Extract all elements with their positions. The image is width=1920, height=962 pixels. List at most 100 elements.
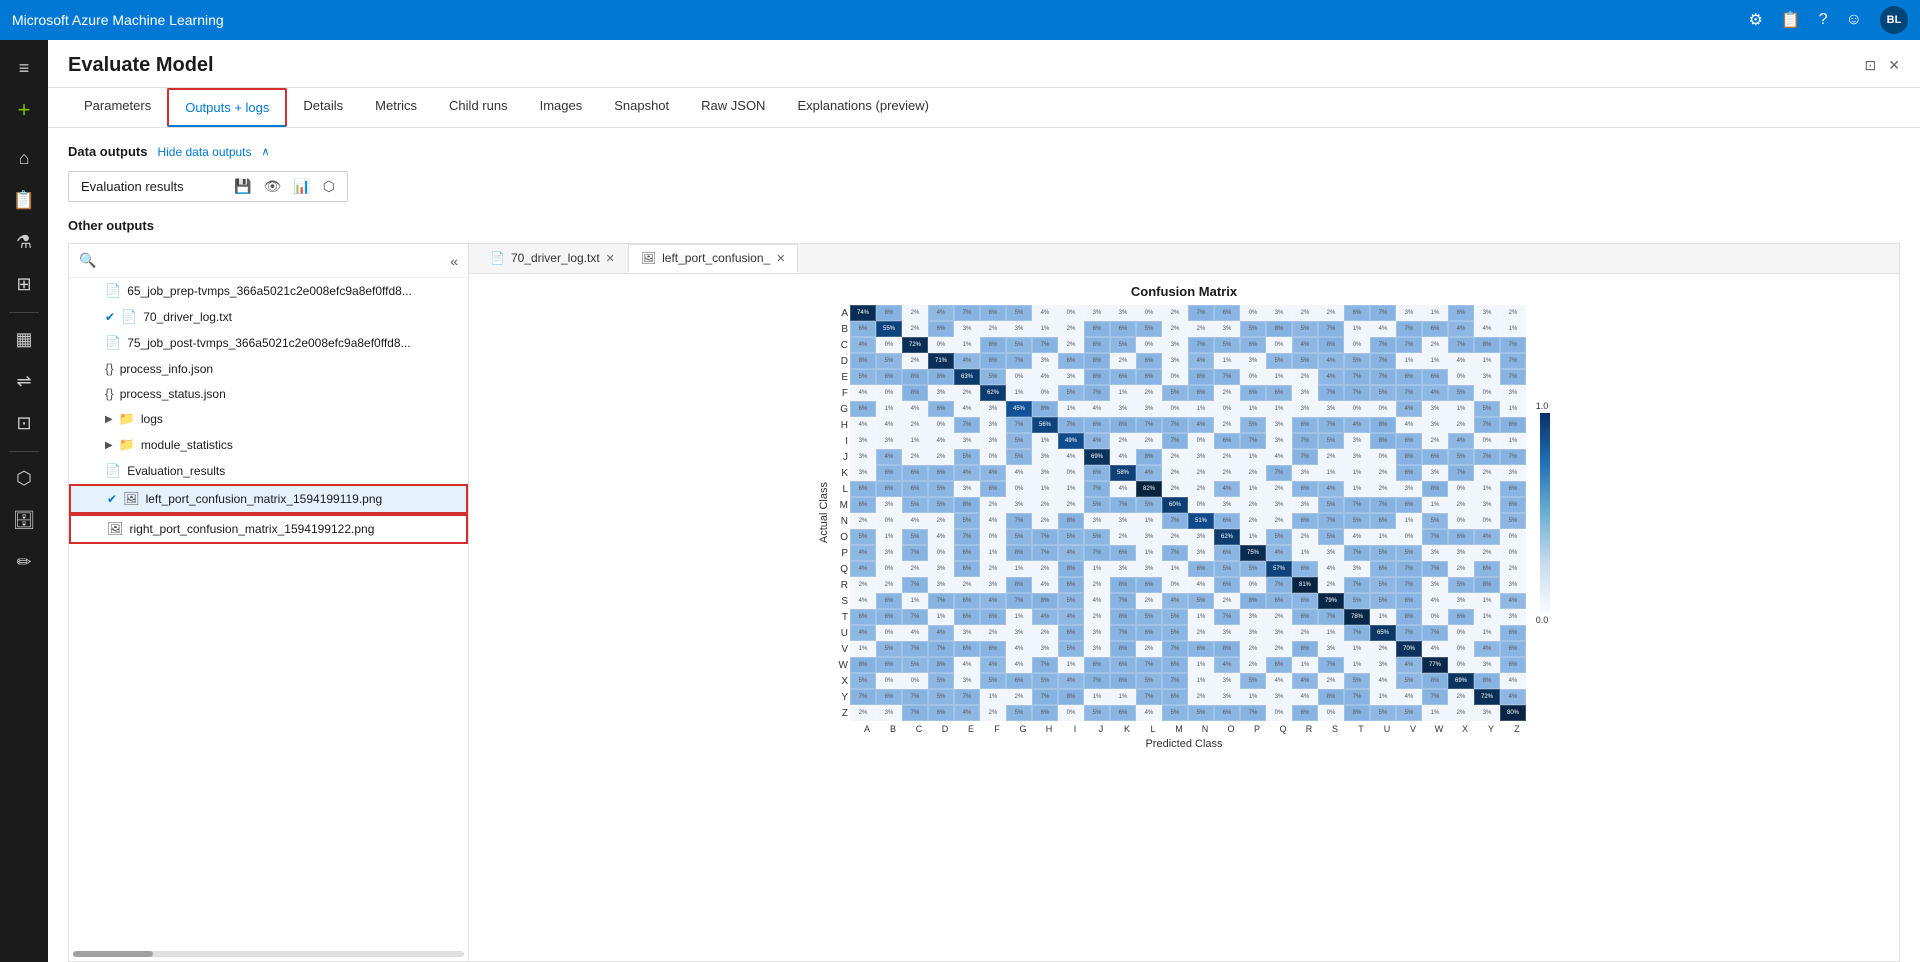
file-name: 75_job_post-tvmps_366a5021c2e008efc9a8ef… <box>127 336 410 350</box>
list-item-driver-log[interactable]: ✔ 📄 70_driver_log.txt <box>69 304 468 330</box>
cm-row: Z2%3%7%6%4%2%5%6%0%5%6%4%5%5%6%7%0%6%0%8… <box>834 705 1526 721</box>
tab-details[interactable]: Details <box>287 88 359 127</box>
sidebar-item-datasets[interactable]: ⬡ <box>4 458 44 498</box>
restore-icon[interactable]: ⊡ <box>1865 57 1877 74</box>
sidebar-item-menu[interactable]: ≡ <box>4 48 44 88</box>
tab-explanations[interactable]: Explanations (preview) <box>781 88 945 127</box>
tab-outputs-logs[interactable]: Outputs + logs <box>167 88 287 127</box>
sidebar-item-experiments[interactable]: ⚗ <box>4 222 44 262</box>
cm-x-label: T <box>1348 724 1374 734</box>
expand-arrow-icon[interactable]: ▶ <box>105 414 113 425</box>
cm-cell: 1% <box>1474 353 1500 369</box>
cm-cell: 3% <box>850 433 876 449</box>
cm-cell: 1% <box>1344 465 1370 481</box>
save-icon[interactable]: 💾 <box>234 178 251 195</box>
sidebar-item-home[interactable]: ⌂ <box>4 138 44 178</box>
sidebar-item-endpoints[interactable]: ⇌ <box>4 361 44 401</box>
collapse-icon[interactable]: « <box>450 253 458 269</box>
view-icon[interactable]: 👁 <box>264 178 282 195</box>
cm-cell: 2% <box>1084 577 1110 593</box>
list-item-eval-results[interactable]: 📄 Evaluation_results <box>69 458 468 484</box>
cm-cell: 3% <box>876 705 902 721</box>
tab-raw-json[interactable]: Raw JSON <box>685 88 781 127</box>
cm-cell: 5% <box>1162 609 1188 625</box>
cm-cell: 5% <box>1266 353 1292 369</box>
list-item-process-info[interactable]: {} process_info.json <box>69 356 468 381</box>
cm-cell: 6% <box>1084 465 1110 481</box>
cm-cell: 3% <box>1474 497 1500 513</box>
viewer-tab-driver-log[interactable]: 📄 70_driver_log.txt ✕ <box>477 244 628 273</box>
cm-cell: 5% <box>1344 353 1370 369</box>
cm-cell: 7% <box>902 609 928 625</box>
cm-cell: 3% <box>1344 449 1370 465</box>
list-item-logs[interactable]: ▶ 📁 logs <box>69 406 468 432</box>
file-tree-scrollbar[interactable] <box>73 951 464 957</box>
cm-cell: 8% <box>902 369 928 385</box>
tab-images[interactable]: Images <box>524 88 599 127</box>
list-item-module-statistics[interactable]: ▶ 📁 module_statistics <box>69 432 468 458</box>
close-icon[interactable]: ✕ <box>1888 57 1900 74</box>
cm-cell: 4% <box>1370 321 1396 337</box>
sidebar-item-notebooks[interactable]: 📋 <box>4 180 44 220</box>
tab-close-icon[interactable]: ✕ <box>606 252 615 265</box>
cm-cell: 7% <box>1500 449 1526 465</box>
cm-cell: 3% <box>1240 609 1266 625</box>
cm-cell: 6% <box>1292 417 1318 433</box>
cm-x-label: R <box>1296 724 1322 734</box>
cm-cell: 8% <box>1370 433 1396 449</box>
chevron-up-icon[interactable]: ∧ <box>262 145 270 158</box>
cm-cell: 7% <box>1448 337 1474 353</box>
cm-cell: 2% <box>1188 465 1214 481</box>
cm-cell: 4% <box>928 433 954 449</box>
feedback-icon[interactable]: 📋 <box>1781 10 1801 30</box>
user-icon[interactable]: ☺ <box>1846 11 1862 29</box>
viewer-tab-confusion[interactable]: 🖼 left_port_confusion_ ✕ <box>628 244 799 273</box>
cm-cell: 3% <box>1006 497 1032 513</box>
cm-grid: A74%8%2%4%7%6%5%4%0%3%3%0%2%7%6%0%3%2%2%… <box>834 305 1526 721</box>
tab-parameters[interactable]: Parameters <box>68 88 167 127</box>
cm-cell: 2% <box>1006 689 1032 705</box>
cm-cell: 4% <box>1474 641 1500 657</box>
cm-row: L6%6%6%5%3%6%0%1%1%7%4%82%2%2%4%1%2%6%4%… <box>834 481 1526 497</box>
chart-icon[interactable]: 📊 <box>293 178 310 195</box>
tab-snapshot[interactable]: Snapshot <box>598 88 685 127</box>
sidebar-item-datastores[interactable]: 🗄 <box>4 500 44 540</box>
cm-x-label: C <box>906 724 932 734</box>
sidebar-item-models[interactable]: ▦ <box>4 319 44 359</box>
sidebar-item-edit[interactable]: ✏ <box>4 542 44 582</box>
tab-close-icon[interactable]: ✕ <box>776 252 785 265</box>
help-icon[interactable]: ? <box>1819 11 1828 29</box>
search-input[interactable] <box>104 253 442 268</box>
avatar[interactable]: BL <box>1880 6 1908 34</box>
list-item[interactable]: 📄 75_job_post-tvmps_366a5021c2e008efc9a8… <box>69 330 468 356</box>
3d-icon[interactable]: ⬡ <box>323 178 335 195</box>
cm-x-label: L <box>1140 724 1166 734</box>
cm-cell: 65% <box>1370 625 1396 641</box>
cm-cell: 0% <box>876 385 902 401</box>
list-item-process-status[interactable]: {} process_status.json <box>69 381 468 406</box>
sidebar-item-compute[interactable]: ⊡ <box>4 403 44 443</box>
sidebar-item-pipelines[interactable]: ⊞ <box>4 264 44 304</box>
cm-cell: 4% <box>1214 481 1240 497</box>
cm-cell: 4% <box>954 465 980 481</box>
sidebar-item-add[interactable]: + <box>4 90 44 130</box>
list-item-right-confusion[interactable]: 🖼 right_port_confusion_matrix_1594199122… <box>69 514 468 544</box>
hide-data-outputs-link[interactable]: Hide data outputs <box>157 145 251 159</box>
cm-cell: 5% <box>1370 593 1396 609</box>
list-item-left-confusion[interactable]: ✔ 🖼 left_port_confusion_matrix_159419911… <box>69 484 468 514</box>
cm-cell: 3% <box>1474 369 1500 385</box>
tab-metrics[interactable]: Metrics <box>359 88 433 127</box>
settings-icon[interactable]: ⚙ <box>1748 10 1762 30</box>
list-item[interactable]: 📄 65_job_prep-tvmps_366a5021c2e008efc9a8… <box>69 278 468 304</box>
cm-cell: 7% <box>1396 561 1422 577</box>
expand-arrow-icon[interactable]: ▶ <box>105 440 113 451</box>
cm-cell: 5% <box>1370 385 1396 401</box>
tab-child-runs[interactable]: Child runs <box>433 88 524 127</box>
cm-row-label: N <box>834 516 850 527</box>
cm-cell: 1% <box>1006 609 1032 625</box>
cm-cell: 8% <box>1136 449 1162 465</box>
cm-x-label: X <box>1452 724 1478 734</box>
cm-x-label: Z <box>1504 724 1530 734</box>
cm-cell: 4% <box>850 593 876 609</box>
cm-cell: 7% <box>1032 689 1058 705</box>
